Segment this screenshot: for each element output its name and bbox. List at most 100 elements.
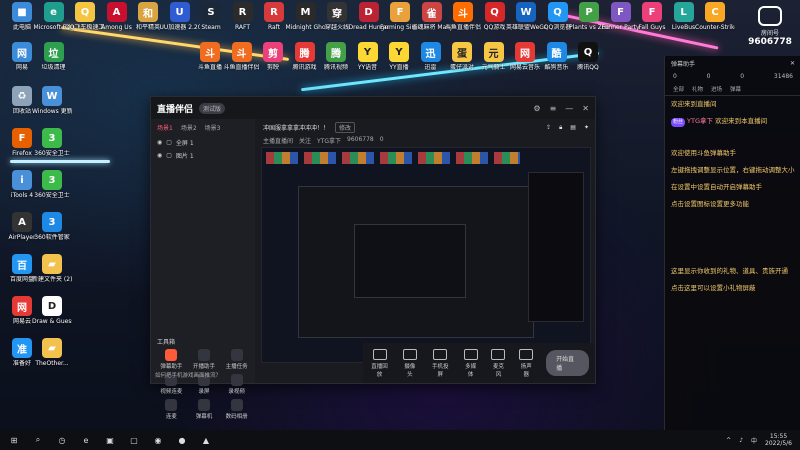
desktop-icon[interactable]: D Draw & Guess (32, 296, 72, 325)
app-icon: 百 (12, 254, 32, 274)
toolbox-tool[interactable]: 弹幕机 (188, 399, 221, 420)
room-meta[interactable]: 关注 (299, 136, 311, 145)
taskbar-items: ⊞ ⌕ ◷ e ▣ ▢ ◉ ● ▲ (8, 434, 212, 446)
edit-room-button[interactable]: 修改 (335, 122, 356, 133)
desktop-icon-label: Windows 更新 (32, 108, 72, 115)
tool-label: 视频连麦 (160, 389, 183, 395)
desktop-icon-label: 腾讯QQ (577, 64, 599, 71)
taskbar-app-icon[interactable]: ● (176, 434, 188, 446)
lock-icon[interactable]: ▢ (166, 152, 172, 159)
desktop-icon[interactable]: 3 360软件管家 (32, 212, 72, 241)
close-icon[interactable]: ✕ (582, 104, 589, 113)
tray-item[interactable]: 中 (751, 436, 757, 445)
desktop-icon[interactable]: ▰ TheOther... (32, 338, 72, 367)
eye-icon[interactable]: ◉ (157, 152, 162, 159)
share-icon[interactable]: ⇪ (546, 124, 551, 132)
source-label: 图片 1 (175, 153, 194, 160)
settings-icon[interactable]: ⚙ (533, 104, 540, 113)
tool-icon (230, 374, 243, 386)
chat-message: 欢迎使用斗鱼弹幕助手 (665, 145, 800, 162)
desktop-icon[interactable]: 垃垃圾清理 (34, 42, 74, 71)
eye-icon[interactable]: ◉ (157, 139, 162, 146)
app-icon: 迅 (420, 42, 441, 62)
toolbox-tool[interactable]: 开播助手 (188, 349, 221, 370)
chat-message-list: 欢迎来到直播间 粉丝 YTG拿下 欢迎来到本直播间欢迎使用斗鱼弹幕助手 左键拖拽调整显… (665, 96, 800, 297)
gift-icon[interactable]: ✦ (584, 124, 589, 132)
tool-icon (165, 349, 178, 361)
time-text: 15:55 (769, 433, 788, 440)
app-icon: S (201, 2, 221, 22)
menu-icon[interactable]: ≡ (550, 104, 557, 113)
start-icon[interactable]: ⊞ (8, 434, 20, 446)
tab-scene-2[interactable]: 场景2 (181, 123, 197, 132)
source-row[interactable]: ◉ ▢ 图片 1 (151, 149, 255, 162)
desktop-icon[interactable]: 3 360安全卫士 (32, 128, 72, 157)
desktop-icon[interactable]: W Windows 更新 (32, 86, 72, 115)
stream-preview[interactable] (261, 147, 591, 363)
source-row[interactable]: ◉ ▢ 全屏 1 (151, 136, 255, 149)
tab-all[interactable]: 全部 (673, 85, 684, 93)
toolbox-tool[interactable]: 主播任务 (220, 349, 253, 370)
help-notice[interactable]: 如何把手机游戏画面推流？ (155, 371, 221, 379)
chat-title: 弹幕助手 (671, 60, 696, 68)
phone-cast-button[interactable]: 手机投屏 (430, 348, 451, 378)
stat-value: 0 (740, 73, 745, 80)
microphone-button[interactable]: 麦克风 (491, 348, 507, 378)
chat-message: 左键拖拽调整显示位置，右键拖动调整大小 (665, 162, 800, 179)
toolbox-tool[interactable]: 连麦 (155, 399, 188, 420)
cart-icon[interactable]: ▤ (570, 124, 576, 132)
chat-stats: 0 0 0 31486 (665, 70, 800, 83)
start-live-button[interactable]: 开始直播 (546, 350, 590, 376)
desktop-icon-label: 360安全卫士 (34, 192, 70, 199)
app-icon: F (642, 2, 662, 22)
username[interactable]: YTG拿下 (687, 117, 715, 125)
taskbar-app-icon[interactable]: e (80, 434, 92, 446)
window-titlebar[interactable]: 直播伴侣 测试版 ⚙ ≡ — ✕ (151, 97, 595, 119)
speaker-button[interactable]: 扬声器 (518, 348, 534, 378)
taskbar-app-icon[interactable]: ◷ (56, 434, 68, 446)
tab-scene-1[interactable]: 场景1 (157, 123, 173, 132)
lock-icon[interactable]: 🔒︎ (559, 124, 562, 132)
app-icon: Q (578, 42, 598, 62)
app-icon: 和 (138, 2, 158, 22)
room-meta: 主播直播间 (263, 138, 294, 145)
clock[interactable]: 15:55 2022/5/6 (765, 433, 792, 447)
room-title[interactable]: 冲国服拿拿拿冲冲冲！！ (263, 123, 329, 132)
desktop-icon[interactable]: 3 360安全卫士 (32, 170, 72, 199)
media-button[interactable]: 多媒体 (463, 348, 479, 378)
camera-button[interactable]: 摄像头 (402, 348, 418, 378)
tab-entry[interactable]: 进场 (711, 85, 722, 93)
desktop-icon[interactable]: Q 腾讯QQ (568, 42, 608, 71)
tray-item[interactable]: ♪ (739, 437, 743, 444)
taskbar-app-icon[interactable]: ▣ (104, 434, 116, 446)
app-icon: i (12, 170, 32, 190)
message-text: 欢迎来到本直播间 (715, 117, 768, 125)
close-icon[interactable]: ✕ (790, 60, 795, 67)
toolbox-tool[interactable]: 数码相册 (220, 399, 253, 420)
taskbar-app-icon[interactable]: ▢ (128, 434, 140, 446)
tab-scene-3[interactable]: 场景3 (205, 123, 221, 132)
tab-gifts[interactable]: 礼物 (692, 85, 703, 93)
app-icon: D (42, 296, 62, 316)
desktop-icon[interactable]: C Counter-Strike: Global Off (695, 2, 735, 31)
app-icon: 蛋 (452, 42, 472, 62)
toolbox-tool[interactable]: 弹幕助手 (155, 349, 188, 370)
douyu-logo-icon (758, 6, 782, 26)
tray-item[interactable]: ^ (726, 437, 731, 444)
desktop-icon[interactable]: ▰ 新建文件夹 (2) (32, 254, 72, 283)
replay-button[interactable]: 直播回放 (369, 348, 390, 378)
minimize-icon[interactable]: — (565, 104, 573, 113)
message-text: 点击设置图标设置更多功能 (671, 200, 749, 208)
desktop-icon-label: 新建文件夹 (2) (32, 276, 72, 283)
fan-badge: 粉丝 (671, 118, 686, 127)
message-text: 欢迎来到直播间 (671, 100, 717, 108)
toolbox-tool[interactable]: 录视频 (220, 374, 253, 395)
tab-danmu[interactable]: 弹幕 (730, 85, 741, 93)
taskbar-app-icon[interactable]: ◉ (152, 434, 164, 446)
app-icon: Q (75, 2, 95, 22)
taskbar-app-icon[interactable]: ▲ (200, 434, 212, 446)
search-icon[interactable]: ⌕ (32, 434, 44, 446)
app-icon: 网 (515, 42, 535, 62)
app-icon: 垃 (43, 42, 64, 62)
lock-icon[interactable]: ▢ (166, 139, 172, 146)
